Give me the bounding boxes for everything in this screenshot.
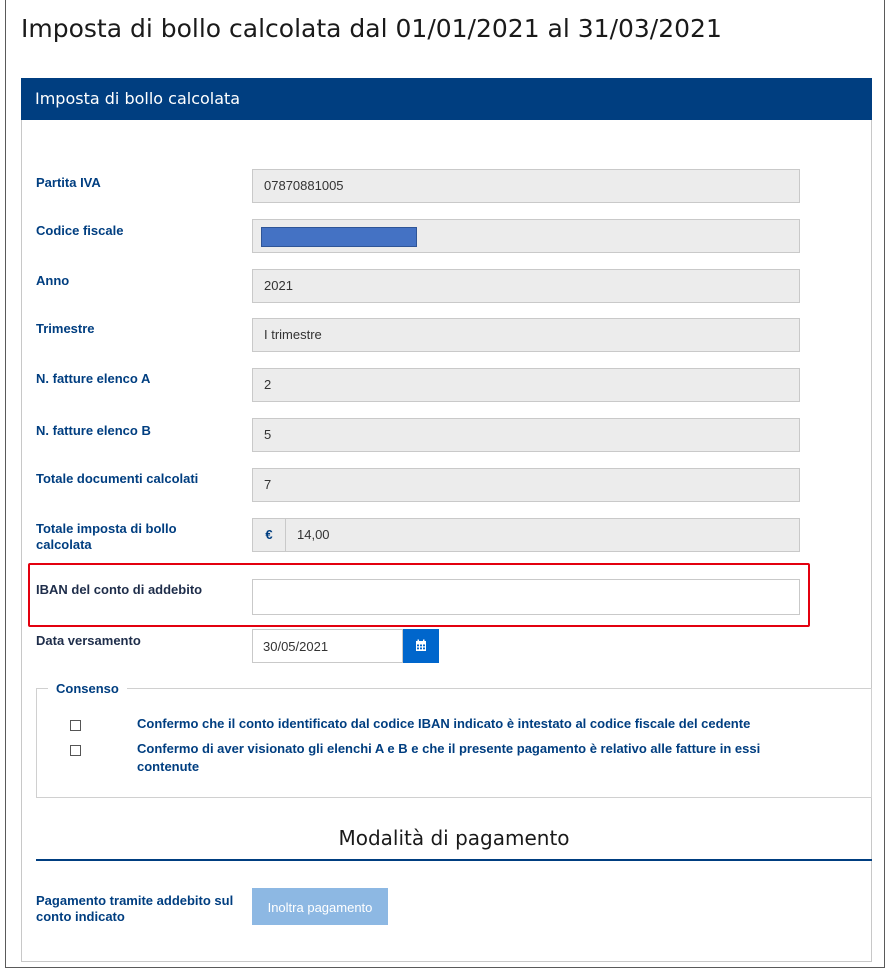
inoltra-pagamento-button[interactable]: Inoltra pagamento	[252, 888, 388, 925]
iban-highlight-box	[28, 563, 810, 627]
consenso-label-1: Confermo che il conto identificato dal c…	[137, 716, 751, 731]
pagamento-label: Pagamento tramite addebito sul conto ind…	[36, 893, 234, 924]
anno-label: Anno	[36, 273, 70, 288]
fatture-b-label: N. fatture elenco B	[36, 423, 151, 438]
totale-documenti-label: Totale documenti calcolati	[36, 471, 199, 486]
trimestre-field: I trimestre	[252, 318, 800, 352]
section-divider	[36, 859, 872, 861]
calendar-icon	[416, 639, 426, 651]
consenso-checkbox-1[interactable]	[70, 720, 81, 731]
codice-fiscale-label: Codice fiscale	[36, 223, 124, 238]
page-title: Imposta di bollo calcolata dal 01/01/202…	[21, 14, 722, 43]
data-versamento-input[interactable]	[252, 629, 403, 663]
data-versamento-label: Data versamento	[36, 633, 141, 648]
totale-imposta-label: Totale imposta di bollo calcolata	[36, 521, 177, 552]
totale-imposta-value: 14,00	[297, 527, 330, 542]
fatture-b-field: 5	[252, 418, 800, 452]
consenso-checkbox-2[interactable]	[70, 745, 81, 756]
redacted-value	[261, 227, 417, 247]
consenso-label-2: Confermo di aver visionato gli elenchi A…	[137, 741, 761, 774]
partita-iva-label: Partita IVA	[36, 175, 101, 190]
codice-fiscale-field	[252, 219, 800, 253]
fatture-a-label: N. fatture elenco A	[36, 371, 151, 386]
partita-iva-field: 07870881005	[252, 169, 800, 203]
panel-header: Imposta di bollo calcolata	[21, 78, 872, 120]
totale-documenti-field: 7	[252, 468, 800, 502]
totale-imposta-field: € 14,00	[252, 518, 800, 552]
calendar-button[interactable]	[403, 629, 439, 663]
consenso-legend: Consenso	[48, 681, 127, 696]
anno-field: 2021	[252, 269, 800, 303]
pagamento-section-title: Modalità di pagamento	[338, 826, 570, 850]
euro-addon: €	[253, 519, 286, 551]
fatture-a-field: 2	[252, 368, 800, 402]
trimestre-label: Trimestre	[36, 321, 95, 336]
